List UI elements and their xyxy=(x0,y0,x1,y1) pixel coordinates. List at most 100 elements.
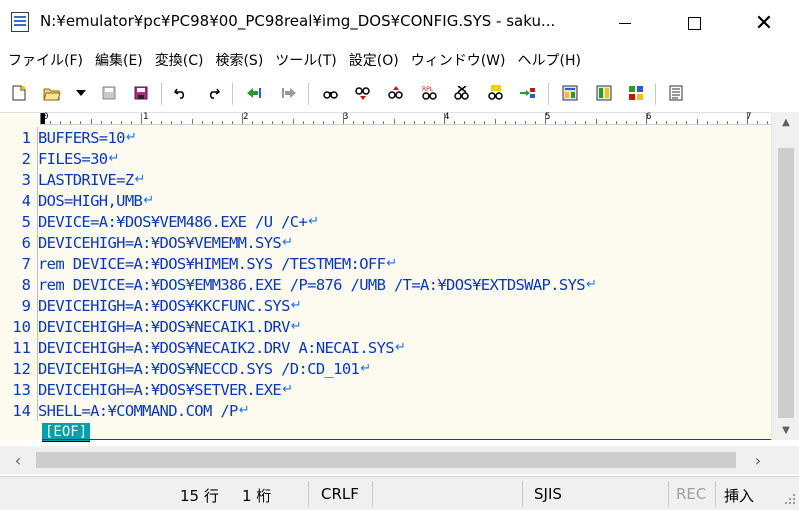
menu-window[interactable]: ウィンドウ(W) xyxy=(405,50,512,70)
ruler-tick xyxy=(272,121,274,124)
line-number: 9 xyxy=(21,296,31,315)
jump-back-icon[interactable] xyxy=(245,84,263,102)
text-line[interactable]: 12 DEVICEHIGH=A:¥DOS¥NECCD.SYS /D:CD_101 ↵ xyxy=(0,358,771,379)
resize-grip-icon[interactable] xyxy=(784,493,796,505)
menu-tools[interactable]: ツール(T) xyxy=(269,50,342,70)
text-line[interactable]: 2 FILES=30 ↵ xyxy=(0,148,771,169)
ruler-tick xyxy=(767,121,769,124)
ruler-tick xyxy=(555,121,557,124)
text-line[interactable]: 6 DEVICEHIGH=A:¥DOS¥VEMEMM.SYS ↵ xyxy=(0,232,771,253)
line-number: 6 xyxy=(21,233,31,252)
ruler-tick xyxy=(90,119,92,124)
menu-settings[interactable]: 設定(O) xyxy=(343,50,405,70)
text-line[interactable]: 13 DEVICEHIGH=A:¥DOS¥SETVER.EXE ↵ xyxy=(0,379,771,400)
menu-edit[interactable]: 編集(E) xyxy=(89,50,149,70)
line-text: rem DEVICE=A:¥DOS¥HIMEM.SYS /TESTMEM:OFF xyxy=(38,254,386,273)
line-text: DEVICE=A:¥DOS¥VEM486.EXE /U /C+ xyxy=(38,212,308,231)
maximize-button[interactable] xyxy=(671,0,717,46)
line-number: 1 xyxy=(21,128,31,147)
ruler-tick xyxy=(231,121,233,124)
ruler-tick xyxy=(656,121,658,124)
text-line[interactable]: 7 rem DEVICE=A:¥DOS¥HIMEM.SYS /TESTMEM:OF… xyxy=(0,253,771,274)
eol-mark: ↵ xyxy=(108,151,120,166)
text-line[interactable]: 3 LASTDRIVE=Z ↵ xyxy=(0,169,771,190)
ruler-tick xyxy=(151,121,153,124)
ruler-tick xyxy=(292,119,294,124)
horizontal-scrollbar[interactable]: ‹ › xyxy=(0,446,771,474)
line-text: SHELL=A:¥COMMAND.COM /P xyxy=(38,401,238,420)
status-separator xyxy=(308,481,309,507)
search-prev-icon[interactable] xyxy=(387,84,405,102)
ruler-tick xyxy=(343,113,344,124)
text-line[interactable]: 10 DEVICEHIGH=A:¥DOS¥NECAIK1.DRV ↵ xyxy=(0,316,771,337)
text-line[interactable]: 8 rem DEVICE=A:¥DOS¥EMM386.EXE /P=876 /UM… xyxy=(0,274,771,295)
svg-text:RPL: RPL xyxy=(422,86,434,93)
vertical-scrollbar[interactable]: ▲ ▼ xyxy=(771,112,799,440)
ruler-tick xyxy=(262,121,264,124)
replace-icon[interactable]: RPL xyxy=(421,84,439,102)
status-insert-mode[interactable]: 挿入 xyxy=(724,485,754,506)
line-text: DEVICEHIGH=A:¥DOS¥NECCD.SYS /D:CD_101 xyxy=(38,359,360,378)
menu-file[interactable]: ファイル(F) xyxy=(2,50,89,70)
ruler-tick xyxy=(110,121,112,124)
text-line[interactable]: 11 DEVICEHIGH=A:¥DOS¥NECAIK2.DRV A:NECAI.… xyxy=(0,337,771,358)
ruler-tick xyxy=(757,121,759,124)
minimize-button[interactable] xyxy=(602,0,648,46)
ruler-tick xyxy=(252,121,254,124)
redo-icon[interactable] xyxy=(204,84,222,102)
horizontal-scroll-thumb[interactable] xyxy=(36,452,736,468)
status-eol-type[interactable]: CRLF xyxy=(321,485,359,503)
text-line[interactable]: 9 DEVICEHIGH=A:¥DOS¥KKCFUNC.SYS ↵ xyxy=(0,295,771,316)
vertical-scroll-thumb[interactable] xyxy=(778,148,794,418)
save-icon[interactable] xyxy=(100,84,118,102)
search-all-icon[interactable] xyxy=(487,84,505,102)
open-file-icon[interactable] xyxy=(43,84,61,102)
undo-icon[interactable] xyxy=(172,84,190,102)
scroll-left-icon[interactable]: ‹ xyxy=(8,446,28,474)
outline-icon[interactable] xyxy=(595,84,613,102)
line-number: 5 xyxy=(21,212,31,231)
text-line[interactable]: 1 BUFFERS=10 ↵ xyxy=(0,127,771,148)
text-line[interactable]: 14 SHELL=A:¥COMMAND.COM /P ↵ xyxy=(0,400,771,421)
ruler-label: 1 xyxy=(143,112,149,122)
text-line[interactable]: 4 DOS=HIGH,UMB ↵ xyxy=(0,190,771,211)
save-as-icon[interactable] xyxy=(132,84,150,102)
ruler-tick xyxy=(625,121,627,124)
clear-mark-icon[interactable] xyxy=(453,84,471,102)
line-number: 4 xyxy=(21,191,31,210)
line-text: BUFFERS=10 xyxy=(38,128,125,147)
dropdown-icon[interactable] xyxy=(72,84,90,102)
ruler-gutter xyxy=(0,113,40,125)
scroll-down-icon[interactable]: ▼ xyxy=(772,422,799,438)
status-macro-rec: REC xyxy=(676,485,707,503)
line-text: DEVICEHIGH=A:¥DOS¥SETVER.EXE xyxy=(38,380,282,399)
text-line[interactable]: 5 DEVICE=A:¥DOS¥VEM486.EXE /U /C+ ↵ xyxy=(0,211,771,232)
menu-search[interactable]: 検索(S) xyxy=(209,50,269,70)
ruler-tick xyxy=(706,121,708,124)
tag-jump-icon[interactable] xyxy=(519,84,537,102)
line-number: 14 xyxy=(12,401,31,420)
menu-convert[interactable]: 変換(C) xyxy=(149,50,210,70)
status-encoding[interactable]: SJIS xyxy=(534,485,562,503)
grep-icon[interactable] xyxy=(561,84,579,102)
line-text: LASTDRIVE=Z xyxy=(38,170,134,189)
ruler-tick xyxy=(474,121,476,124)
scroll-right-icon[interactable]: › xyxy=(748,446,768,474)
text-editor[interactable]: 0 1 2 3 4 5 6 7 1 BUFFERS=10 ↵ 2 FILES=30 ↵ … xyxy=(0,112,771,442)
line-text: DEVICEHIGH=A:¥DOS¥NECAIK1.DRV xyxy=(38,317,290,336)
compare-icon[interactable] xyxy=(627,84,645,102)
toolbar-separator xyxy=(548,83,549,105)
print-icon[interactable] xyxy=(667,84,685,102)
menu-help[interactable]: ヘルプ(H) xyxy=(512,50,587,70)
line-number: 7 xyxy=(21,254,31,273)
jump-forward-icon[interactable] xyxy=(280,84,298,102)
search-next-icon[interactable] xyxy=(354,84,372,102)
new-file-icon[interactable] xyxy=(10,84,28,102)
toolbar-separator xyxy=(655,83,656,105)
scroll-up-icon[interactable]: ▲ xyxy=(772,114,799,130)
eol-mark: ↵ xyxy=(394,340,406,355)
ruler-tick xyxy=(211,121,213,124)
close-button[interactable]: ✕ xyxy=(741,0,787,46)
search-icon[interactable] xyxy=(322,84,340,102)
ruler-tick xyxy=(302,121,304,124)
